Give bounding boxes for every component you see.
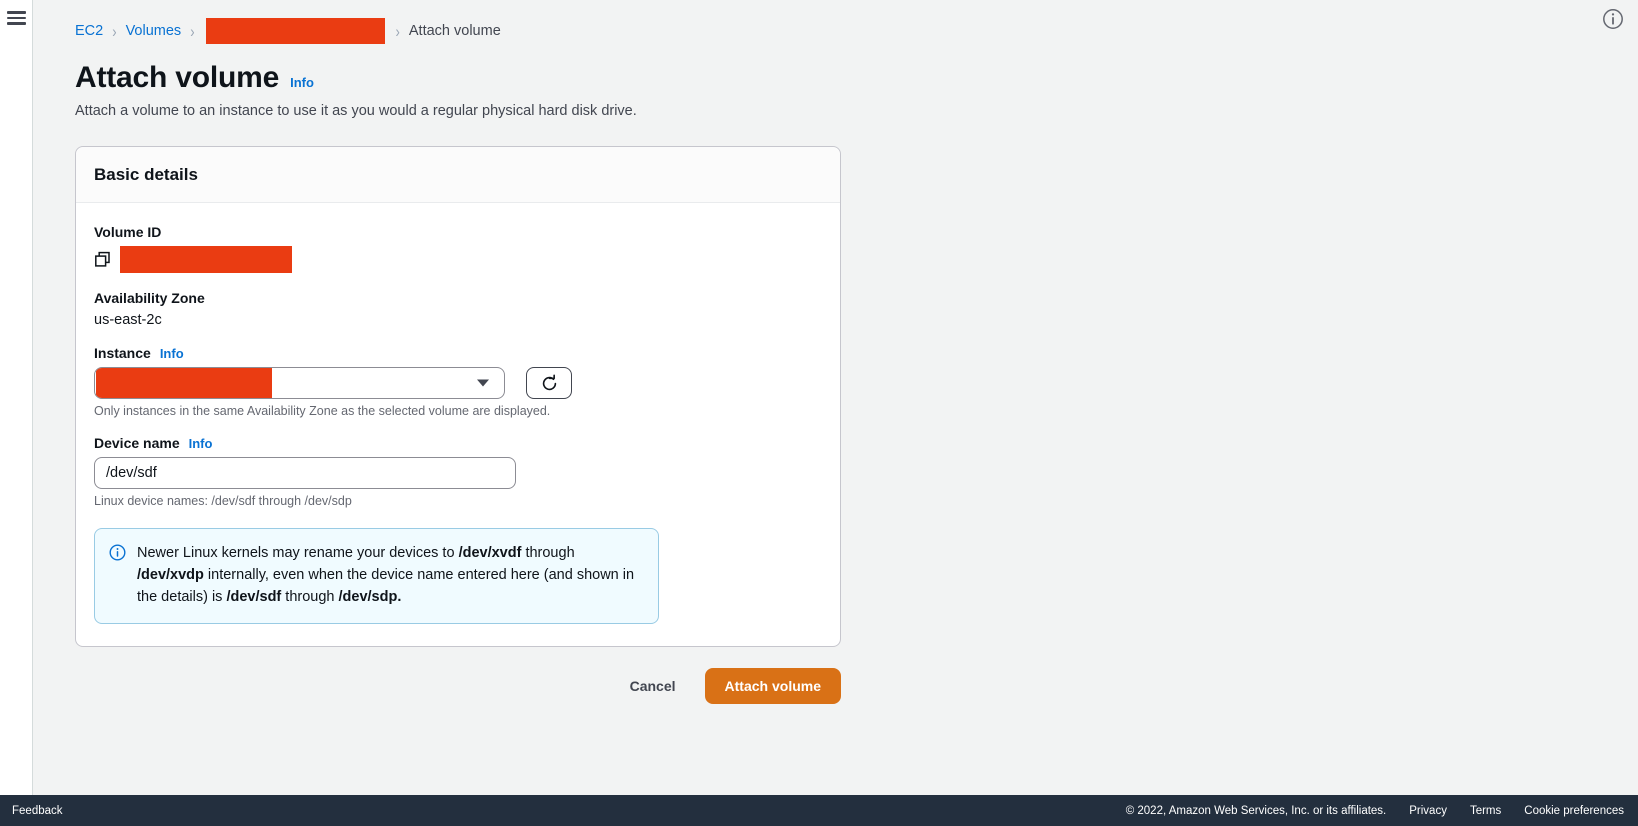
field-instance: Instance Info Only instances in the same… — [94, 345, 822, 418]
device-name-label-row: Device name Info — [94, 435, 822, 451]
device-name-label: Device name — [94, 435, 180, 451]
volume-id-value-row — [94, 246, 822, 273]
feedback-link[interactable]: Feedback — [12, 805, 63, 817]
volume-id-value-redacted — [120, 246, 292, 273]
copyright-text: © 2022, Amazon Web Services, Inc. or its… — [1125, 804, 1387, 817]
page-description: Attach a volume to an instance to use it… — [75, 103, 637, 119]
hamburger-menu-icon[interactable] — [6, 11, 26, 25]
device-name-input[interactable] — [94, 457, 516, 489]
card-body: Volume ID Availability Zone us-east-2c I… — [76, 203, 840, 646]
device-name-info-link[interactable]: Info — [189, 436, 213, 451]
cookie-preferences-link[interactable]: Cookie preferences — [1524, 805, 1624, 817]
page-body: EC2 › Volumes › › Attach volume Attach v… — [0, 0, 1638, 795]
page-title: Attach volume — [75, 61, 280, 94]
breadcrumb-item-ec2[interactable]: EC2 — [75, 23, 103, 39]
breadcrumb-item-volumes[interactable]: Volumes — [126, 23, 182, 39]
card-title: Basic details — [94, 165, 198, 184]
instance-label: Instance — [94, 345, 151, 361]
instance-control-row — [94, 367, 822, 399]
attach-volume-page: EC2 › Volumes › › Attach volume Attach v… — [0, 0, 1638, 826]
form-actions: Cancel Attach volume — [75, 667, 841, 704]
refresh-instances-button[interactable] — [526, 367, 572, 399]
volume-id-label: Volume ID — [94, 224, 162, 240]
breadcrumb-separator-icon: › — [395, 21, 400, 41]
privacy-link[interactable]: Privacy — [1409, 805, 1447, 817]
instance-selected-value-redacted — [96, 368, 272, 398]
field-device-name: Device name Info Linux device names: /de… — [94, 435, 822, 508]
info-circle-icon[interactable] — [1602, 8, 1624, 30]
basic-details-card: Basic details Volume ID Availability Zon… — [75, 146, 841, 647]
page-info-link[interactable]: Info — [290, 75, 314, 90]
footer-links: © 2022, Amazon Web Services, Inc. or its… — [1126, 805, 1624, 817]
availability-zone-value: us-east-2c — [94, 312, 162, 328]
availability-zone-label: Availability Zone — [94, 290, 205, 306]
alert-message: Newer Linux kernels may rename your devi… — [137, 545, 635, 606]
cancel-button[interactable]: Cancel — [618, 670, 688, 702]
main-content: EC2 › Volumes › › Attach volume Attach v… — [33, 0, 1638, 795]
field-availability-zone: Availability Zone us-east-2c — [94, 290, 822, 328]
breadcrumb-separator-icon: › — [112, 21, 117, 41]
breadcrumb-item-volume-id-redacted[interactable] — [205, 18, 385, 44]
instance-select[interactable] — [94, 367, 505, 399]
device-name-hint: Linux device names: /dev/sdf through /de… — [94, 494, 352, 508]
page-header: Attach volume Info — [75, 61, 1638, 95]
terms-link[interactable]: Terms — [1470, 805, 1501, 817]
instance-label-row: Instance Info — [94, 345, 822, 361]
breadcrumb-separator-icon: › — [190, 21, 195, 41]
instance-info-link[interactable]: Info — [160, 346, 184, 361]
side-nav-rail — [0, 0, 33, 795]
card-header: Basic details — [76, 147, 840, 203]
page-footer: Feedback © 2022, Amazon Web Services, In… — [0, 795, 1638, 826]
device-rename-alert: Newer Linux kernels may rename your devi… — [94, 528, 659, 624]
breadcrumb-item-current: Attach volume — [408, 23, 501, 39]
info-circle-icon — [109, 544, 126, 561]
chevron-down-icon — [477, 379, 489, 387]
field-volume-id: Volume ID — [94, 224, 822, 273]
attach-volume-button[interactable]: Attach volume — [704, 667, 841, 704]
breadcrumb: EC2 › Volumes › › Attach volume — [75, 18, 1638, 44]
instance-hint: Only instances in the same Availability … — [94, 404, 551, 418]
copy-icon[interactable] — [94, 251, 111, 268]
